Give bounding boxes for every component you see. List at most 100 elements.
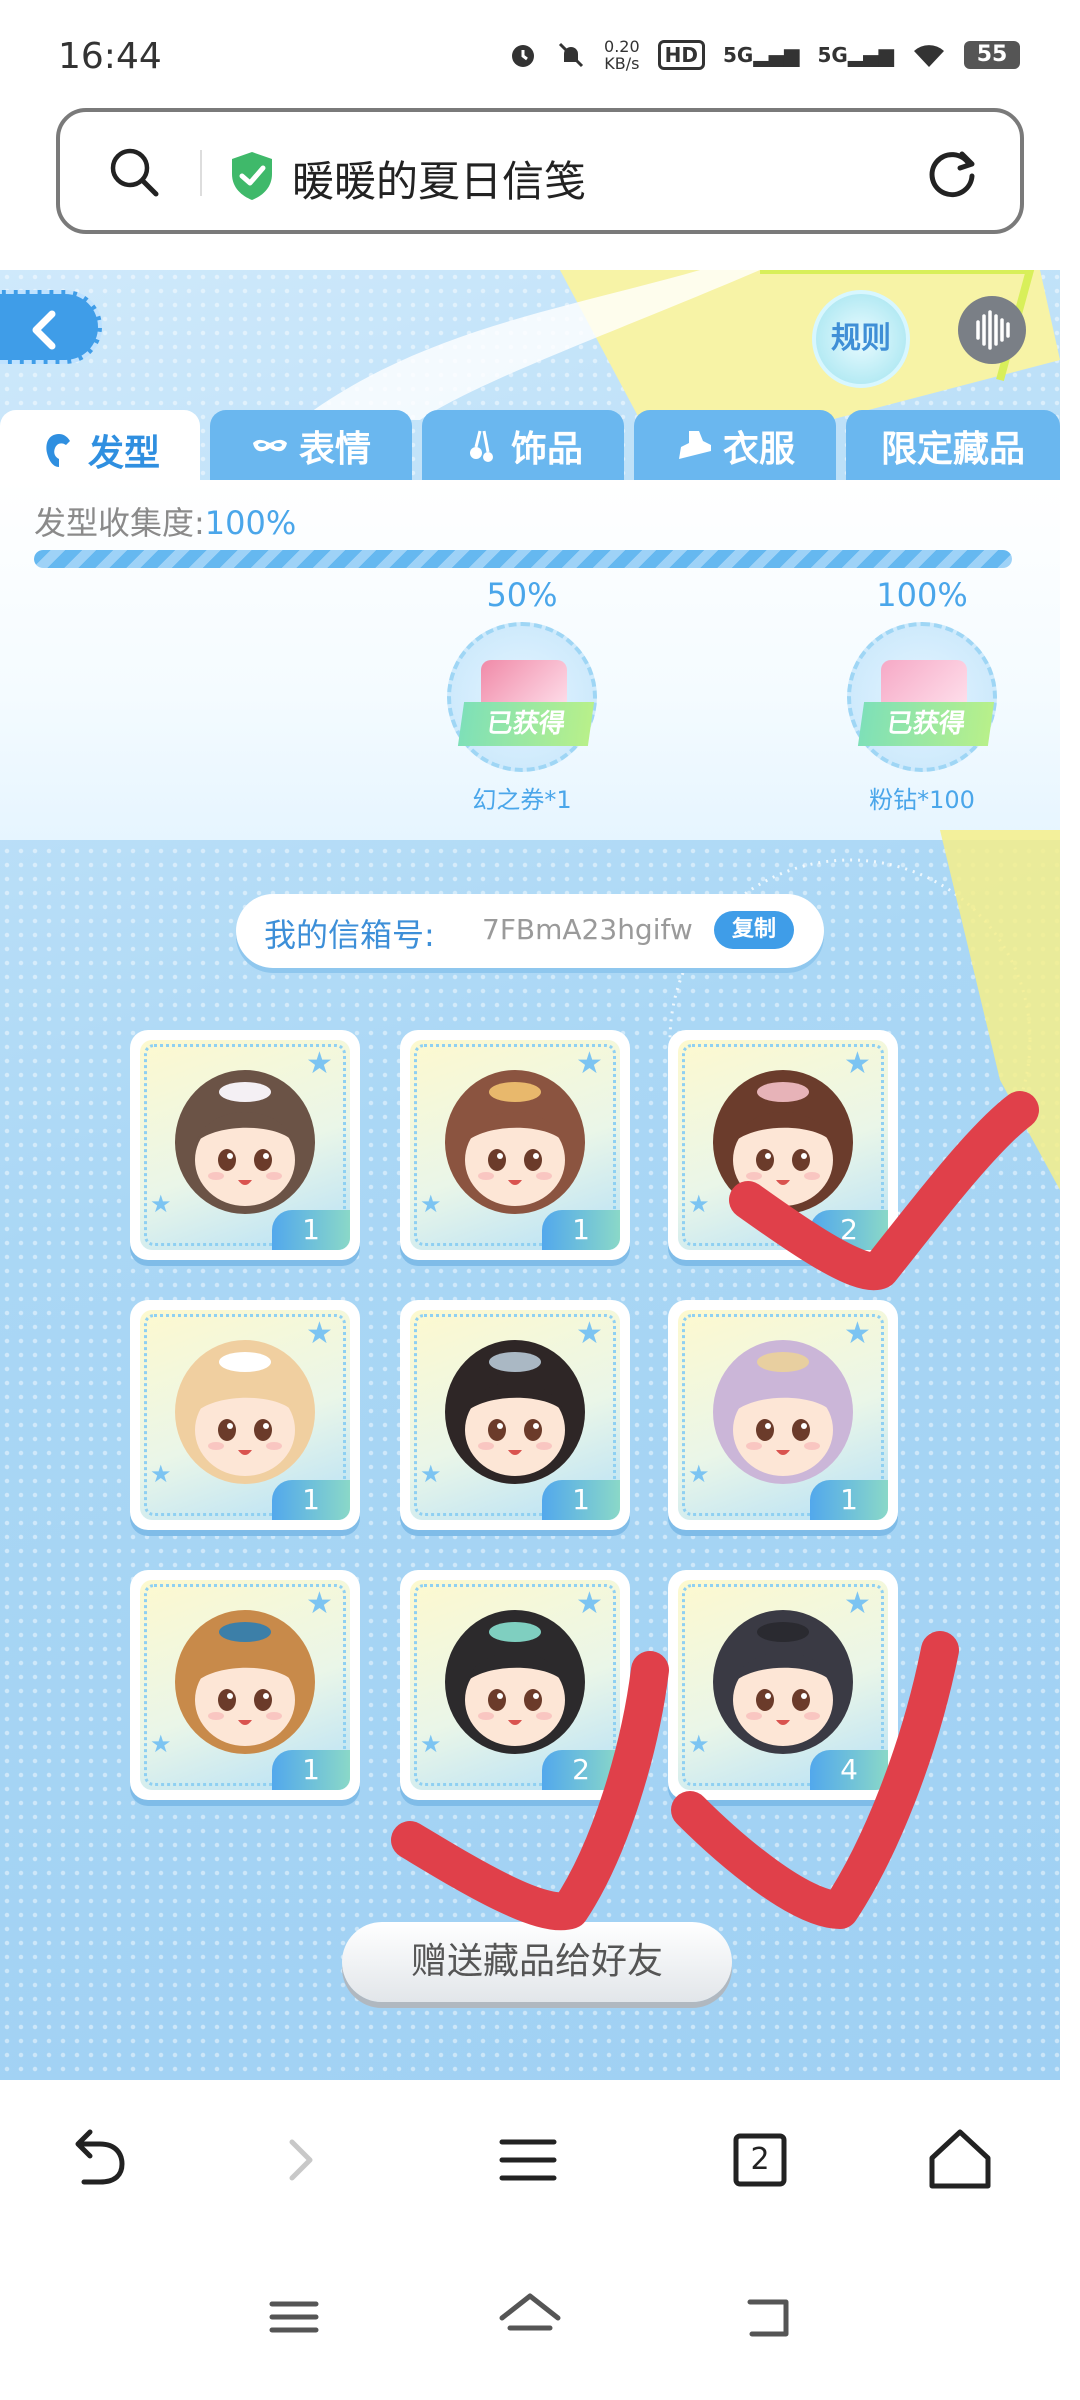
game-area: 规则 发型 表情 饰品 衣服 限定藏品 发型收集度:100% 50% 已获得 幻… <box>0 270 1060 2080</box>
reward-100-status: 已获得 <box>857 702 995 746</box>
reload-icon[interactable] <box>922 142 982 202</box>
tab-accessory[interactable]: 饰品 <box>422 410 624 482</box>
address-divider <box>200 150 202 196</box>
chibi-hairstyle-avatar <box>175 1610 315 1754</box>
item-count-badge: 1 <box>542 1210 620 1250</box>
back-button[interactable] <box>0 290 102 364</box>
tab-hairstyle[interactable]: 发型 <box>0 410 200 490</box>
mailbox-bar: 我的信箱号: 7FBmA23hgifw 复制 <box>236 894 824 968</box>
tabs-count: 2 <box>750 2142 770 2177</box>
back-nav-icon[interactable] <box>728 2282 808 2352</box>
reward-100-percent: 100% <box>876 576 968 614</box>
shield-check-icon <box>232 152 272 200</box>
chibi-hairstyle-avatar <box>713 1340 853 1484</box>
hairstyle-item-card[interactable]: ★ ★ 1 <box>400 1030 630 1260</box>
item-card-inner: ★ ★ 4 <box>678 1580 888 1790</box>
forward-arrow-icon[interactable] <box>260 2120 340 2200</box>
battery-indicator: 55 <box>964 41 1020 69</box>
status-time: 16:44 <box>58 36 162 77</box>
item-card-inner: ★ ★ 1 <box>410 1040 620 1250</box>
item-card-inner: ★ ★ 2 <box>678 1040 888 1250</box>
chibi-hairstyle-avatar <box>445 1070 585 1214</box>
hairstyle-item-card[interactable]: ★ ★ 1 <box>130 1570 360 1800</box>
hairstyle-item-card[interactable]: ★ ★ 1 <box>668 1300 898 1530</box>
item-card-inner: ★ ★ 1 <box>140 1040 350 1250</box>
item-count-badge: 1 <box>272 1210 350 1250</box>
home-nav-icon[interactable] <box>490 2282 570 2352</box>
tab-limited-label: 限定藏品 <box>880 429 1025 470</box>
reward-50[interactable]: 50% 已获得 幻之券*1 <box>432 576 612 815</box>
clothes-icon <box>678 431 711 459</box>
alarm-icon <box>512 45 535 67</box>
address-bar[interactable]: 暖暖的夏日信笺 <box>56 108 1024 234</box>
accessory-icon <box>469 430 493 462</box>
mailbox-label: 我的信箱号: <box>264 916 435 954</box>
copy-button[interactable]: 复制 <box>714 911 794 949</box>
hd-badge: HD <box>657 40 705 70</box>
hairstyle-item-card[interactable]: ★ ★ 4 <box>668 1570 898 1800</box>
item-card-inner: ★ ★ 1 <box>410 1310 620 1520</box>
chibi-hairstyle-avatar <box>175 1340 315 1484</box>
network1-label: 5G <box>723 43 754 67</box>
hairstyle-item-card[interactable]: ★ ★ 1 <box>130 1030 360 1260</box>
hairstyle-item-card[interactable]: ★ ★ 1 <box>400 1300 630 1530</box>
tab-expression[interactable]: 表情 <box>210 410 412 482</box>
reward-50-badge: 已获得 <box>447 622 597 772</box>
signal-5g-1: 5G▂▄▆ <box>723 43 800 67</box>
gift-button-label: 赠送藏品给好友 <box>342 1922 732 2002</box>
reward-50-percent: 50% <box>486 576 558 614</box>
home-icon[interactable] <box>920 2120 1000 2200</box>
collection-label-text: 发型收集度: <box>34 504 205 542</box>
status-bar: 16:44 0.20 KB/s HD 5G▂▄▆ 5G▂▄▆ 55 <box>0 0 1080 105</box>
tab-limited[interactable]: 限定藏品 <box>846 410 1060 482</box>
sound-wave-icon <box>976 310 1010 350</box>
speed-value: 0.20 <box>604 37 640 56</box>
item-card-inner: ★ ★ 1 <box>140 1580 350 1790</box>
item-count-badge: 2 <box>542 1750 620 1790</box>
page-title: 暖暖的夏日信笺 <box>292 157 587 206</box>
reward-100[interactable]: 100% 已获得 粉钻*100 <box>832 576 1012 815</box>
sound-button[interactable] <box>958 296 1026 364</box>
chibi-hairstyle-avatar <box>175 1070 315 1214</box>
speed-unit: KB/s <box>604 54 640 73</box>
tab-clothes-label: 衣服 <box>722 429 795 470</box>
collection-label: 发型收集度:100% <box>34 498 296 544</box>
wifi-icon <box>914 45 944 67</box>
collection-progress-track <box>34 550 1012 568</box>
hairstyle-item-card[interactable]: ★ ★ 2 <box>668 1030 898 1260</box>
item-count-badge: 1 <box>272 1750 350 1790</box>
status-icons: 0.20 KB/s HD 5G▂▄▆ 5G▂▄▆ 55 <box>508 38 1020 72</box>
network-speed: 0.20 KB/s <box>604 38 640 72</box>
mute-bell-icon <box>558 42 584 68</box>
system-nav-bar <box>0 2240 1080 2400</box>
item-card-inner: ★ ★ 1 <box>140 1310 350 1520</box>
collection-progress-fill <box>34 550 1012 568</box>
item-count-badge: 1 <box>810 1480 888 1520</box>
chibi-hairstyle-avatar <box>445 1340 585 1484</box>
tabs-button[interactable]: 2 <box>720 2120 800 2200</box>
chevron-left-icon <box>32 310 56 350</box>
collection-panel: 发型收集度:100% 50% 已获得 幻之券*1 100% 已获得 粉钻*100 <box>0 480 1060 840</box>
item-card-inner: ★ ★ 1 <box>678 1310 888 1520</box>
recent-apps-icon[interactable] <box>254 2282 334 2352</box>
hairstyle-item-card[interactable]: ★ ★ 2 <box>400 1570 630 1800</box>
chibi-hairstyle-avatar <box>445 1610 585 1754</box>
reward-100-name: 粉钻*100 <box>869 786 975 814</box>
menu-icon[interactable] <box>488 2120 568 2200</box>
signal-5g-2: 5G▂▄▆ <box>817 43 895 67</box>
browser-toolbar: 2 <box>0 2080 1080 2240</box>
search-icon[interactable] <box>106 144 162 200</box>
reward-50-name: 幻之券*1 <box>472 786 572 814</box>
item-count-badge: 4 <box>810 1750 888 1790</box>
item-count-badge: 2 <box>810 1210 888 1250</box>
hairstyle-item-card[interactable]: ★ ★ 1 <box>130 1300 360 1530</box>
collection-percent: 100% <box>204 504 297 542</box>
item-count-badge: 1 <box>542 1480 620 1520</box>
back-arrow-icon[interactable] <box>60 2120 140 2200</box>
rules-button[interactable]: 规则 <box>812 290 910 388</box>
tab-clothes[interactable]: 衣服 <box>634 410 836 482</box>
tab-hairstyle-label: 发型 <box>87 433 160 474</box>
chibi-hairstyle-avatar <box>713 1610 853 1754</box>
hair-icon <box>46 434 70 467</box>
chibi-hairstyle-avatar <box>713 1070 853 1214</box>
